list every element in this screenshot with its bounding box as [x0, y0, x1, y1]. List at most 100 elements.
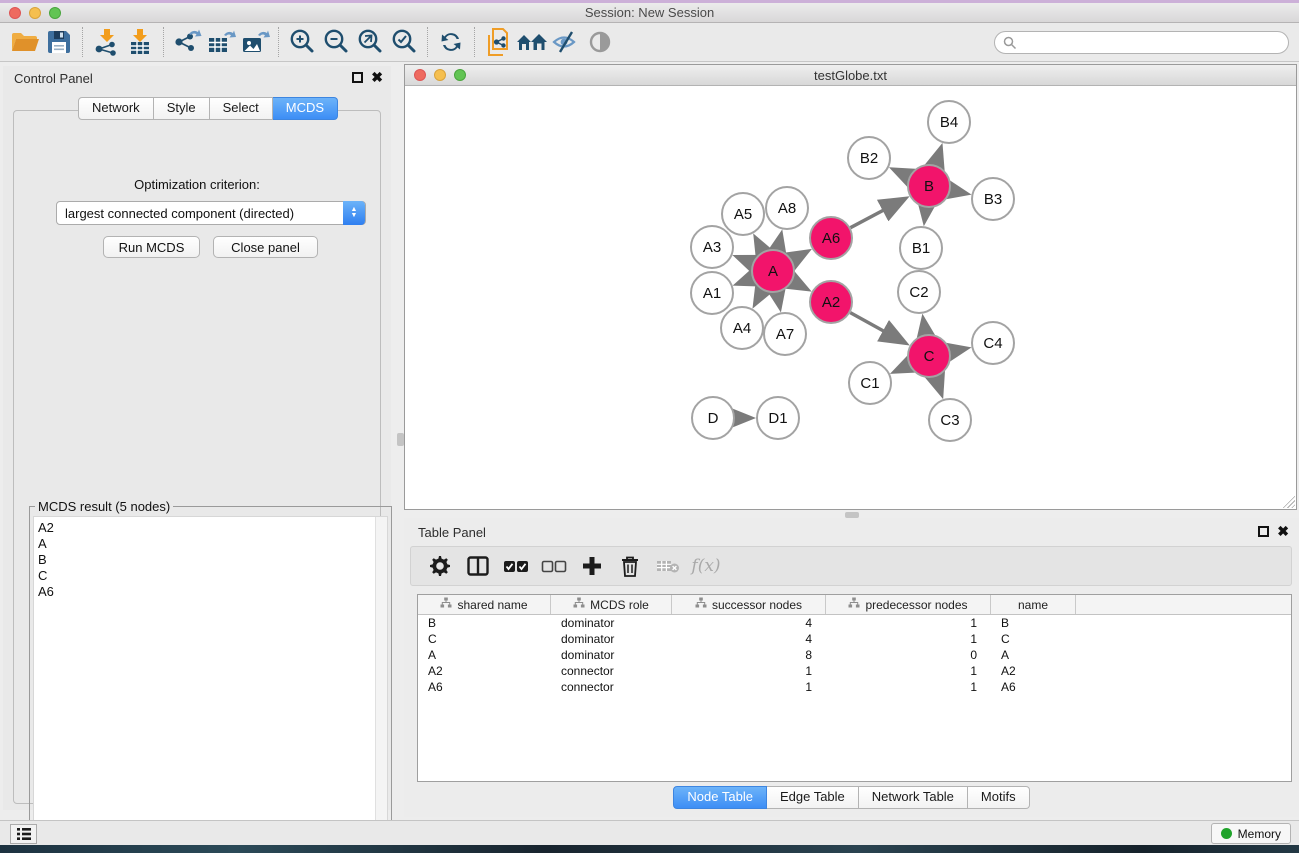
window-titlebar[interactable]: Session: New Session	[0, 3, 1299, 23]
zoom-selected-icon[interactable]	[387, 26, 421, 58]
mcds-result-item[interactable]: C	[38, 568, 387, 584]
node-A5[interactable]: A5	[722, 193, 764, 235]
memory-button[interactable]: Memory	[1211, 823, 1291, 844]
node-C3[interactable]: C3	[929, 399, 971, 441]
float-panel-icon[interactable]	[352, 72, 363, 83]
hide-selected-icon[interactable]	[549, 26, 583, 58]
node-B[interactable]: B	[908, 165, 950, 207]
edge-B-B3[interactable]	[951, 190, 966, 193]
table-tab-network-table[interactable]: Network Table	[859, 786, 968, 809]
node-B2[interactable]: B2	[848, 137, 890, 179]
node-A2[interactable]: A2	[810, 281, 852, 323]
column-header-shared-name[interactable]: shared name	[418, 595, 551, 614]
edge-B-B1[interactable]	[925, 208, 927, 220]
search-input[interactable]	[1017, 34, 1288, 52]
table-tab-node-table[interactable]: Node Table	[673, 786, 767, 809]
close-panel-icon[interactable]: ✖	[371, 69, 383, 86]
criterion-select[interactable]: largest connected component (directed) ▲…	[56, 201, 366, 225]
node-C4[interactable]: C4	[972, 322, 1014, 364]
tab-mcds[interactable]: MCDS	[273, 97, 338, 120]
network-window-titlebar[interactable]: testGlobe.txt	[405, 65, 1296, 86]
clone-network-icon[interactable]	[481, 26, 515, 58]
export-network-icon[interactable]	[170, 26, 204, 58]
table-tab-motifs[interactable]: Motifs	[968, 786, 1030, 809]
deselect-all-rows-icon[interactable]	[535, 550, 573, 582]
desktop-vertical-scrollbar[interactable]	[397, 433, 404, 446]
table-row[interactable]: A2connector11A2	[418, 663, 1291, 679]
open-session-icon[interactable]	[8, 26, 42, 58]
column-selector-icon[interactable]	[459, 550, 497, 582]
node-A7[interactable]: A7	[764, 313, 806, 355]
table-row[interactable]: Cdominator41C	[418, 631, 1291, 647]
edge-A-A7[interactable]	[777, 293, 780, 307]
node-A3[interactable]: A3	[691, 226, 733, 268]
node-B3[interactable]: B3	[972, 178, 1014, 220]
edge-C-C1[interactable]	[895, 365, 909, 371]
column-header-name[interactable]: name	[991, 595, 1076, 614]
mcds-result-list[interactable]: A2ABCA6	[33, 516, 388, 841]
export-table-icon[interactable]	[204, 26, 238, 58]
zoom-in-icon[interactable]	[285, 26, 319, 58]
node-C[interactable]: C	[908, 335, 950, 377]
node-A[interactable]: A	[752, 250, 794, 292]
close-panel-button[interactable]: Close panel	[213, 236, 318, 258]
zoom-out-icon[interactable]	[319, 26, 353, 58]
mcds-result-item[interactable]: B	[38, 552, 387, 568]
node-B4[interactable]: B4	[928, 101, 970, 143]
node-B1[interactable]: B1	[900, 227, 942, 269]
network-view-window[interactable]: testGlobe.txt A B C A2 A6 A1A3 A4 A5 A7 A8 B1 B2 B3B…	[404, 64, 1297, 510]
apply-function-icon[interactable]: f(x)	[687, 550, 725, 582]
column-header-predecessor-nodes[interactable]: predecessor nodes	[826, 595, 991, 614]
edge-B-B4[interactable]	[936, 149, 941, 165]
edge-A6-B[interactable]	[850, 199, 904, 228]
table-row[interactable]: A6connector11A6	[418, 679, 1291, 695]
table-row[interactable]: Adominator80A	[418, 647, 1291, 663]
import-network-icon[interactable]	[89, 26, 123, 58]
refresh-view-icon[interactable]	[434, 26, 468, 58]
select-all-rows-icon[interactable]	[497, 550, 535, 582]
node-table[interactable]: shared nameMCDS rolesuccessor nodesprede…	[417, 594, 1292, 782]
edge-C-C2[interactable]	[923, 320, 925, 335]
node-A8[interactable]: A8	[766, 187, 808, 229]
result-list-scrollbar[interactable]	[375, 517, 387, 840]
node-D[interactable]: D	[692, 397, 734, 439]
delete-table-icon[interactable]	[649, 550, 687, 582]
tab-network[interactable]: Network	[78, 97, 154, 120]
edge-A-A6[interactable]	[792, 252, 807, 260]
import-table-icon[interactable]	[123, 26, 157, 58]
zoom-fit-icon[interactable]	[353, 26, 387, 58]
node-table-header[interactable]: shared nameMCDS rolesuccessor nodesprede…	[418, 595, 1291, 615]
node-C1[interactable]: C1	[849, 362, 891, 404]
add-column-icon[interactable]	[573, 550, 611, 582]
edge-A-A1[interactable]	[738, 278, 752, 283]
mcds-result-item[interactable]: A6	[38, 584, 387, 600]
node-A6[interactable]: A6	[810, 217, 852, 259]
home-layout-icon[interactable]	[515, 26, 549, 58]
table-row[interactable]: Bdominator41B	[418, 615, 1291, 631]
save-session-icon[interactable]	[42, 26, 76, 58]
edge-A-A8[interactable]	[778, 235, 781, 249]
export-image-icon[interactable]	[238, 26, 272, 58]
edge-A-A2[interactable]	[792, 281, 806, 288]
network-canvas[interactable]: A B C A2 A6 A1A3 A4 A5 A7 A8 B1 B2 B3B4 C1 C2 C3C4 D D1	[406, 87, 1295, 508]
node-A1[interactable]: A1	[691, 272, 733, 314]
edge-A2-C[interactable]	[850, 313, 904, 343]
tab-select[interactable]: Select	[210, 97, 273, 120]
node-table-body[interactable]: Bdominator41BCdominator41CAdominator80AA…	[418, 615, 1291, 695]
search-box[interactable]	[994, 31, 1289, 54]
table-tab-edge-table[interactable]: Edge Table	[767, 786, 859, 809]
mcds-result-item[interactable]: A2	[38, 520, 387, 536]
edge-C-C3[interactable]	[936, 377, 941, 393]
mcds-result-item[interactable]: A	[38, 536, 387, 552]
task-history-button[interactable]	[10, 824, 37, 844]
tab-style[interactable]: Style	[154, 97, 210, 120]
column-header-mcds-role[interactable]: MCDS role	[551, 595, 672, 614]
edge-A-A5[interactable]	[756, 239, 763, 252]
edge-B-B2[interactable]	[894, 170, 909, 177]
node-C2[interactable]: C2	[898, 271, 940, 313]
table-options-icon[interactable]	[421, 550, 459, 582]
node-D1[interactable]: D1	[757, 397, 799, 439]
run-mcds-button[interactable]: Run MCDS	[103, 236, 200, 258]
edge-C-C4[interactable]	[951, 349, 966, 352]
node-A4[interactable]: A4	[721, 307, 763, 349]
